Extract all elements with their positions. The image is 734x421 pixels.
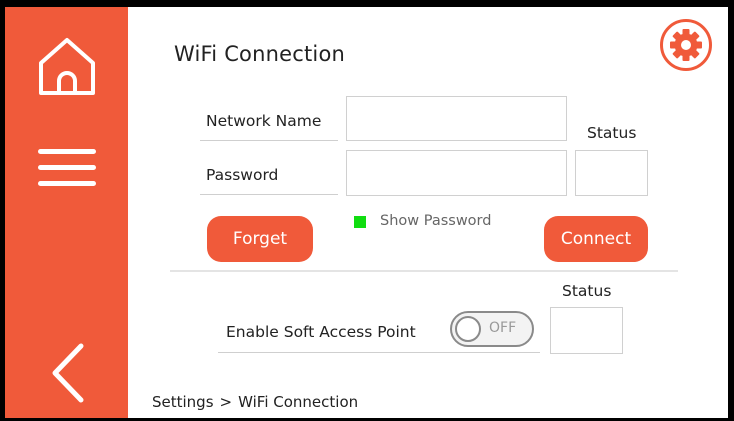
back-button[interactable] xyxy=(5,337,128,409)
menu-button[interactable] xyxy=(5,143,128,193)
network-name-input[interactable] xyxy=(346,96,567,141)
password-input[interactable] xyxy=(346,150,567,196)
show-password-checkbox[interactable] xyxy=(354,216,366,228)
screen-bezel-top xyxy=(0,0,734,7)
gear-icon xyxy=(660,19,712,71)
breadcrumb: Settings > WiFi Connection xyxy=(152,393,364,411)
breadcrumb-parent[interactable]: Settings xyxy=(152,393,214,411)
forget-button[interactable]: Forget xyxy=(207,216,313,262)
breadcrumb-current: WiFi Connection xyxy=(238,393,359,411)
wifi-status-box xyxy=(575,150,648,196)
password-label: Password xyxy=(200,156,338,195)
home-button[interactable] xyxy=(5,29,128,101)
toggle-state-text: OFF xyxy=(489,320,517,336)
breadcrumb-separator: > xyxy=(219,393,233,411)
soft-access-point-toggle[interactable]: OFF xyxy=(450,311,534,347)
home-icon xyxy=(38,38,95,95)
soft-ap-status-box xyxy=(550,307,623,354)
section-divider xyxy=(170,270,678,272)
show-password-label: Show Password xyxy=(380,213,492,229)
sidebar xyxy=(5,7,128,418)
toggle-knob xyxy=(455,316,481,342)
hamburger-menu-icon xyxy=(37,149,96,186)
screen-bezel-right xyxy=(728,0,734,421)
wifi-status-label: Status xyxy=(587,124,637,142)
back-arrow-icon xyxy=(52,343,83,403)
network-name-label: Network Name xyxy=(200,101,338,141)
soft-ap-status-label: Status xyxy=(562,282,612,300)
connect-button[interactable]: Connect xyxy=(544,216,648,262)
page-title: WiFi Connection xyxy=(174,42,346,66)
settings-button[interactable] xyxy=(659,18,713,72)
